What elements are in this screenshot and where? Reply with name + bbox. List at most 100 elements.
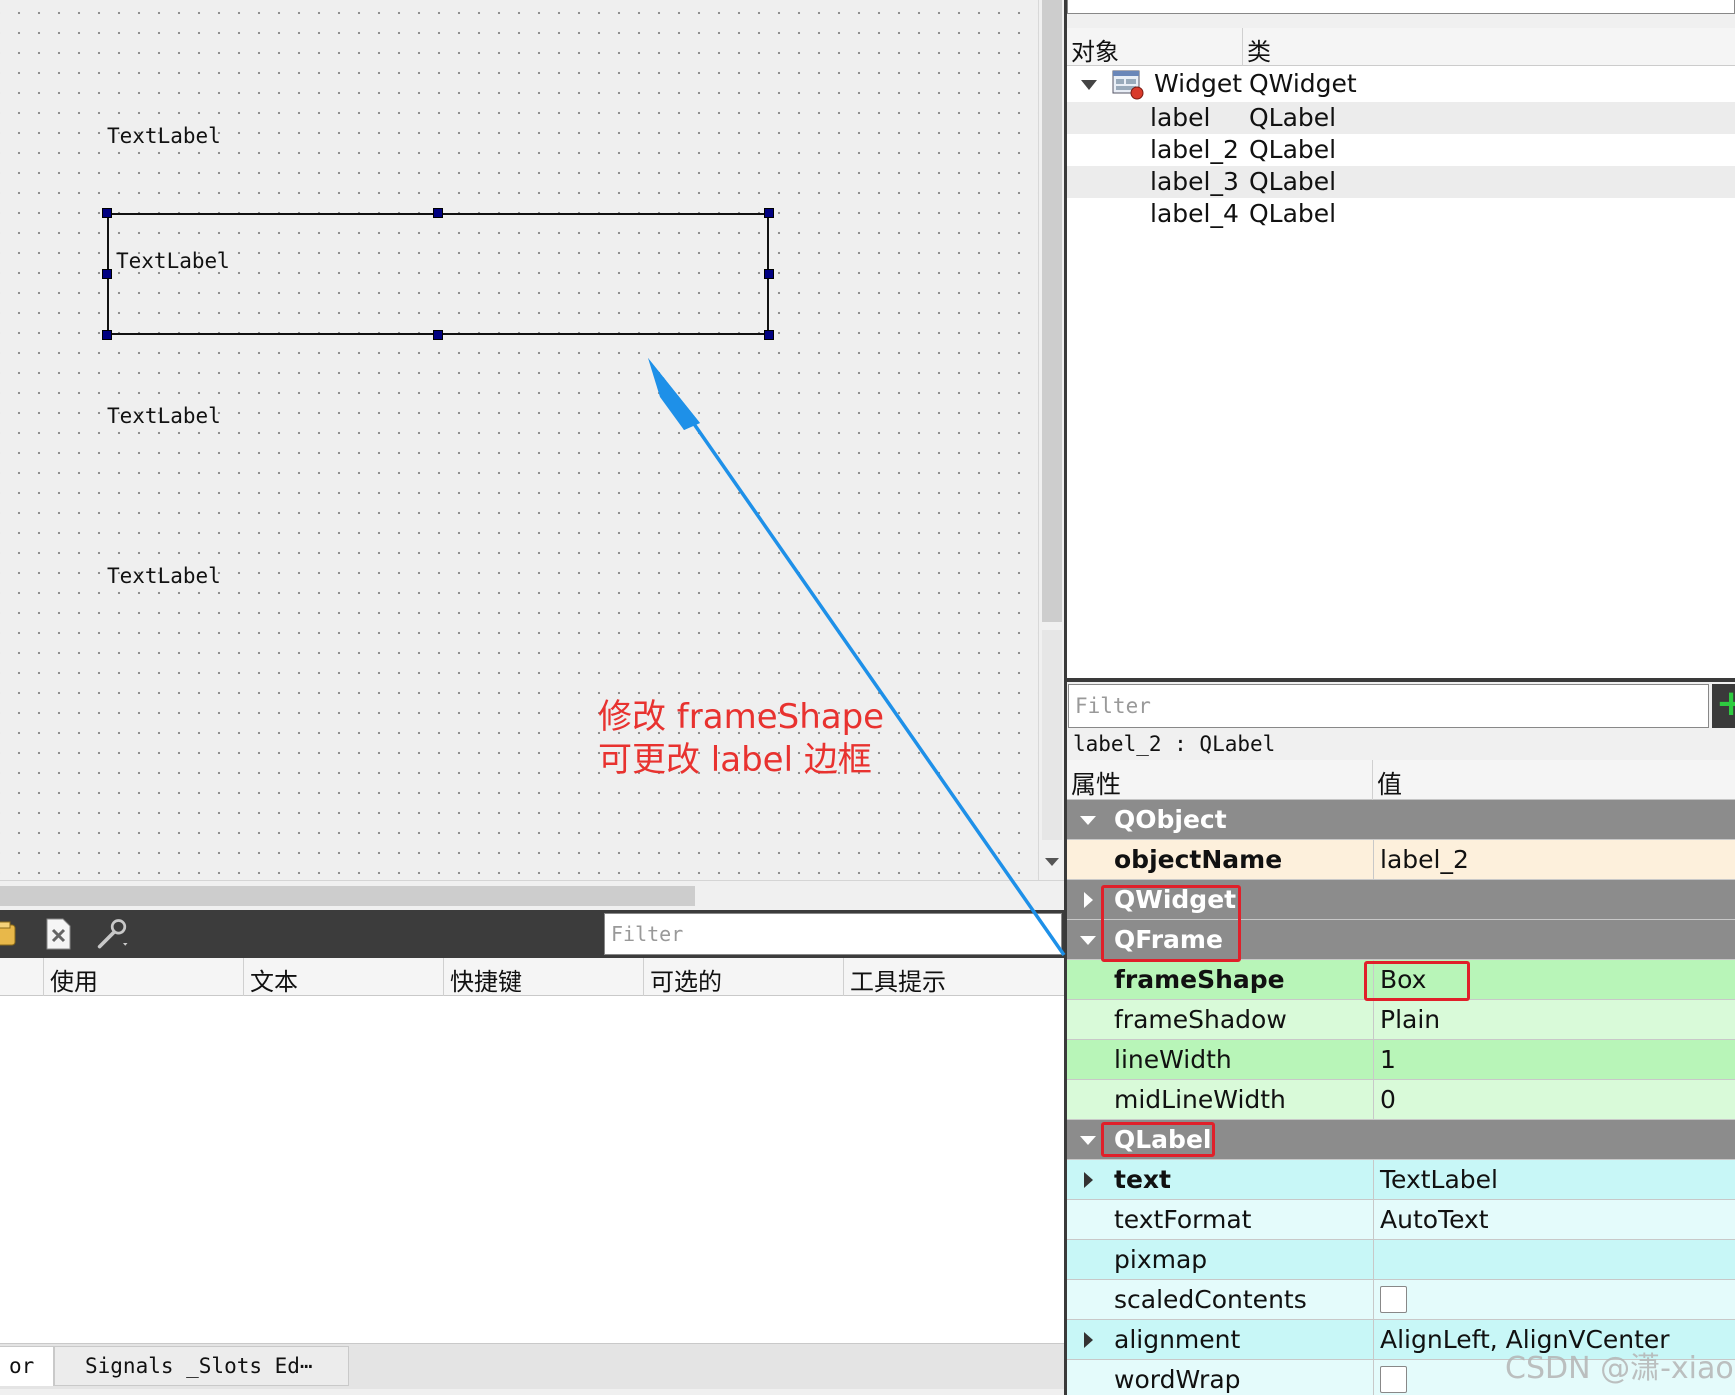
resize-handle-l[interactable] — [102, 269, 112, 279]
property-name: objectName — [1114, 845, 1283, 874]
action-icon[interactable] — [0, 916, 22, 952]
tab-action-editor[interactable]: or — [0, 1346, 54, 1386]
text-label-1[interactable]: TextLabel — [107, 124, 221, 148]
property-object-title: label_2 : QLabel — [1067, 730, 1735, 760]
property-value[interactable] — [1373, 1240, 1735, 1279]
tree-row-label-3[interactable]: label_3 QLabel — [1067, 166, 1735, 198]
column-header-class[interactable]: 类 — [1243, 28, 1735, 66]
property-value-cell — [1373, 1280, 1735, 1319]
resize-handle-t[interactable] — [433, 208, 443, 218]
annotation-text: 修改 frameShape 可更改 label 边框 — [598, 696, 884, 782]
property-value[interactable]: label_2 — [1373, 840, 1735, 879]
property-row-text[interactable]: text TextLabel — [1067, 1160, 1735, 1200]
tree-class-name: QWidget — [1249, 69, 1357, 98]
delete-icon[interactable] — [40, 916, 76, 952]
resize-handle-tr[interactable] — [764, 208, 774, 218]
canvas-horizontal-scrollbar[interactable] — [0, 880, 1064, 910]
tree-class-name: QLabel — [1249, 135, 1337, 164]
resize-handle-r[interactable] — [764, 269, 774, 279]
property-value[interactable]: Plain — [1373, 1000, 1735, 1039]
property-value[interactable]: 0 — [1373, 1080, 1735, 1119]
tree-object-name: label_3 — [1150, 167, 1239, 196]
form-canvas[interactable]: TextLabel TextLabel TextLabel TextLabel … — [0, 0, 1038, 880]
property-row-frameshadow[interactable]: frameShadow Plain — [1067, 1000, 1735, 1040]
property-name: textFormat — [1114, 1205, 1252, 1234]
property-value[interactable]: TextLabel — [1373, 1160, 1735, 1199]
wrench-icon[interactable] — [96, 916, 132, 952]
wordwrap-checkbox[interactable] — [1380, 1366, 1407, 1393]
property-row-objectname[interactable]: objectName label_2 — [1067, 840, 1735, 880]
resize-handle-br[interactable] — [764, 330, 774, 340]
widget-icon — [1112, 70, 1144, 100]
scroll-down-arrow-icon[interactable] — [1045, 858, 1059, 866]
action-table-header: 使用 文本 快捷键 可选的 工具提示 — [0, 958, 1064, 996]
property-value[interactable]: 1 — [1373, 1040, 1735, 1079]
action-editor-toolbar: Filter — [0, 910, 1064, 958]
expand-arrow-icon[interactable] — [1084, 1172, 1093, 1188]
column-header-tooltip[interactable]: 工具提示 — [844, 958, 1064, 996]
object-tree: Widget QWidget label QLabel label_2 QLab… — [1067, 66, 1735, 678]
tab-signals-slots-editor[interactable]: Signals _Slots Ed⋯ — [54, 1346, 349, 1386]
add-icon[interactable]: + — [1712, 684, 1735, 728]
property-name: wordWrap — [1114, 1365, 1241, 1394]
property-name: lineWidth — [1114, 1045, 1232, 1074]
property-filter-input[interactable]: Filter — [1068, 684, 1709, 728]
collapse-arrow-icon[interactable] — [1080, 1136, 1096, 1145]
scaledcontents-checkbox[interactable] — [1380, 1286, 1407, 1313]
column-header-property[interactable]: 属性 — [1067, 760, 1373, 800]
tree-object-name: Widget — [1154, 69, 1243, 98]
selected-label-frame[interactable]: TextLabel — [107, 213, 769, 335]
action-table-body[interactable] — [0, 996, 1064, 1343]
text-label-4[interactable]: TextLabel — [107, 564, 221, 588]
column-header-value[interactable]: 值 — [1373, 760, 1735, 800]
tree-row-label[interactable]: label QLabel — [1067, 102, 1735, 134]
object-inspector-header: 对象 类 — [1067, 28, 1735, 66]
tree-row-label-2[interactable]: label_2 QLabel — [1067, 134, 1735, 166]
qt-designer-window: { "canvas": { "labels": ["TextLabel", "T… — [0, 0, 1735, 1395]
tree-row-widget[interactable]: Widget QWidget — [1067, 68, 1735, 100]
column-header-text[interactable]: 文本 — [244, 958, 444, 996]
collapse-arrow-icon[interactable] — [1080, 816, 1096, 825]
action-filter-input[interactable]: Filter — [604, 913, 1062, 955]
property-name: frameShadow — [1114, 1005, 1287, 1034]
property-row-textformat[interactable]: textFormat AutoText — [1067, 1200, 1735, 1240]
resize-handle-bl[interactable] — [102, 330, 112, 340]
property-name: midLineWidth — [1114, 1085, 1286, 1114]
object-filter-input[interactable] — [1067, 0, 1735, 14]
property-row-pixmap[interactable]: pixmap — [1067, 1240, 1735, 1280]
property-name: frameShape — [1114, 965, 1285, 994]
object-inspector-spacer — [1067, 14, 1735, 28]
resize-handle-tl[interactable] — [102, 208, 112, 218]
property-value[interactable]: AutoText — [1373, 1200, 1735, 1239]
group-row-qobject[interactable]: QObject — [1067, 800, 1735, 840]
column-header-checkable[interactable]: 可选的 — [644, 958, 844, 996]
property-name: text — [1114, 1165, 1171, 1194]
scrollbar-thumb[interactable] — [0, 886, 695, 906]
canvas-vertical-scrollbar[interactable] — [1038, 0, 1064, 880]
column-header-object[interactable]: 对象 — [1067, 28, 1243, 66]
property-row-scaledcontents[interactable]: scaledContents — [1067, 1280, 1735, 1320]
property-name: pixmap — [1114, 1245, 1208, 1274]
highlight-frameshape-value — [1364, 961, 1470, 1001]
property-row-linewidth[interactable]: lineWidth 1 — [1067, 1040, 1735, 1080]
property-table-header: 属性 值 — [1067, 760, 1735, 800]
text-label-2[interactable]: TextLabel — [116, 249, 230, 273]
resize-handle-b[interactable] — [433, 330, 443, 340]
tree-class-name: QLabel — [1249, 199, 1337, 228]
property-row-midlinewidth[interactable]: midLineWidth 0 — [1067, 1080, 1735, 1120]
scrollbar-track[interactable] — [1042, 630, 1062, 840]
expand-arrow-icon[interactable] — [1081, 80, 1097, 90]
expand-arrow-icon[interactable] — [1084, 892, 1093, 908]
column-header-used[interactable]: 使用 — [44, 958, 244, 996]
annotation-line-1: 修改 frameShape — [598, 697, 885, 737]
tree-row-label-4[interactable]: label_4 QLabel — [1067, 198, 1735, 230]
scrollbar-thumb[interactable] — [1042, 0, 1062, 622]
tree-class-name: QLabel — [1249, 103, 1337, 132]
text-label-3[interactable]: TextLabel — [107, 404, 221, 428]
tree-object-name: label_2 — [1150, 135, 1239, 164]
column-header-shortcut[interactable]: 快捷键 — [444, 958, 644, 996]
column-header-blank[interactable] — [0, 958, 44, 996]
collapse-arrow-icon[interactable] — [1080, 936, 1096, 945]
bottom-tab-bar: or Signals _Slots Ed⋯ — [0, 1343, 1064, 1389]
expand-arrow-icon[interactable] — [1084, 1332, 1093, 1348]
